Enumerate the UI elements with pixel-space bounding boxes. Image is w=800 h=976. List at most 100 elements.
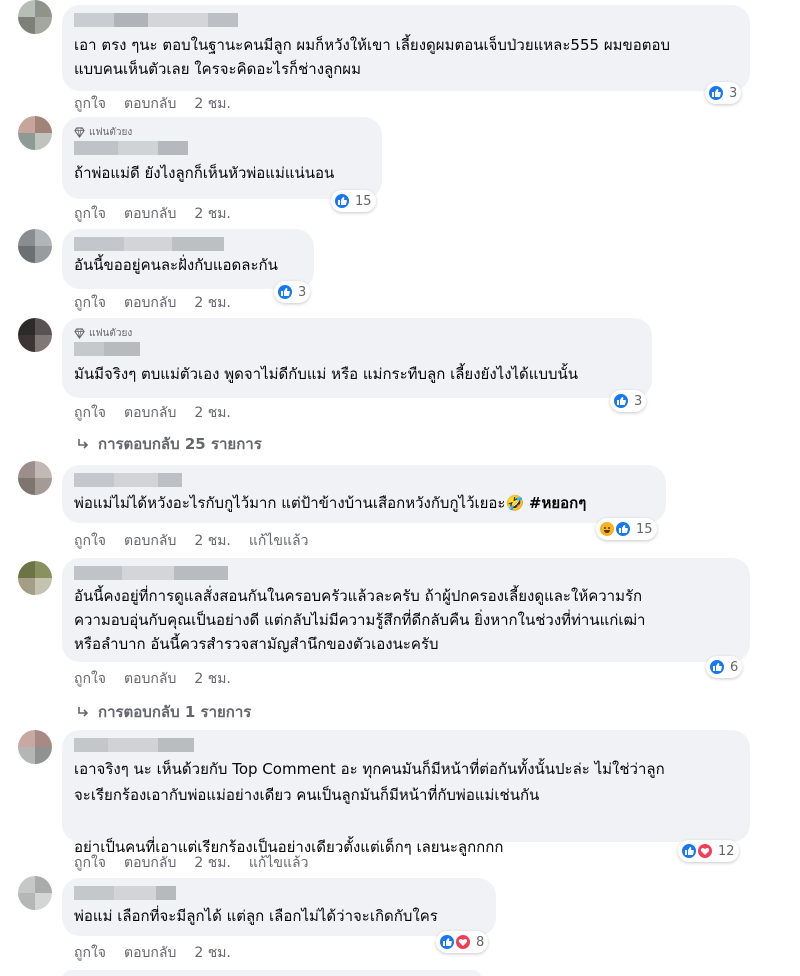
like-link[interactable]: ถูกใจ bbox=[74, 292, 106, 314]
avatar[interactable] bbox=[18, 461, 52, 495]
comment-bubble: อันนี้ขออยู่คนละฝั่งกับแอดละกัน bbox=[62, 229, 314, 289]
author-name[interactable] bbox=[74, 237, 302, 251]
avatar[interactable] bbox=[18, 318, 52, 352]
avatar[interactable] bbox=[18, 730, 52, 764]
comment-text: เอาจริงๆ นะ เห็นด้วยกับ Top Comment อะ ท… bbox=[74, 760, 665, 856]
diamond-icon bbox=[74, 126, 85, 138]
comment-actions: ถูกใจ ตอบกลับ 2 ชม. bbox=[74, 668, 249, 690]
comment-actions: ถูกใจ ตอบกลับ 2 ชม. bbox=[74, 942, 249, 964]
reaction-summary[interactable]: 6 bbox=[706, 656, 743, 678]
timestamp[interactable]: 2 ชม. bbox=[194, 942, 231, 964]
comment-text: พ่อแม่ไม่ได้หวังอะไรกับกูไว้มาก แต่ป้าข้… bbox=[74, 491, 654, 515]
reaction-count: 3 bbox=[729, 85, 738, 101]
reply-link[interactable]: ตอบกลับ bbox=[124, 93, 176, 115]
reaction-count: 15 bbox=[355, 193, 372, 209]
comment-text: อันนี้คงอยู่ที่การดูแลสั่งสอนกันในครอบคร… bbox=[74, 587, 646, 653]
reply-link[interactable]: ตอบกลับ bbox=[124, 530, 176, 552]
reaction-count: 3 bbox=[634, 393, 643, 409]
like-reaction-icon bbox=[612, 392, 630, 410]
like-link[interactable]: ถูกใจ bbox=[74, 942, 106, 964]
avatar[interactable] bbox=[18, 561, 52, 595]
view-replies-link[interactable]: การตอบกลับ 1 รายการ bbox=[76, 700, 251, 724]
hashtag-link[interactable]: #หยอกๆ bbox=[529, 494, 586, 512]
author-name[interactable] bbox=[74, 473, 654, 487]
top-fan-badge: แฟนตัวยง bbox=[74, 326, 640, 340]
timestamp[interactable]: 2 ชม. bbox=[194, 203, 231, 225]
author-name[interactable] bbox=[74, 566, 738, 580]
comment-actions: ถูกใจ ตอบกลับ 2 ชม. แก้ไขแล้ว bbox=[74, 530, 326, 552]
edited-label: แก้ไขแล้ว bbox=[248, 533, 309, 549]
comment-actions: ถูกใจ ตอบกลับ 2 ชม. bbox=[74, 402, 249, 424]
author-name[interactable] bbox=[74, 738, 738, 752]
reply-link[interactable]: ตอบกลับ bbox=[124, 852, 176, 874]
author-name[interactable] bbox=[74, 342, 640, 356]
like-link[interactable]: ถูกใจ bbox=[74, 402, 106, 424]
reply-link[interactable]: ตอบกลับ bbox=[124, 292, 176, 314]
author-name[interactable] bbox=[74, 13, 738, 27]
author-name[interactable] bbox=[74, 886, 484, 900]
comment-body: พ่อแม่ไม่ได้หวังอะไรกับกูไว้มาก แต่ป้าข้… bbox=[74, 494, 529, 512]
reaction-summary[interactable]: 3 bbox=[274, 281, 311, 303]
fan-label: แฟนตัวยง bbox=[89, 327, 133, 339]
comment-text: เอา ตรง ๆนะ ตอบในฐานะคนมีลูก ผมก็หวังให้… bbox=[74, 36, 671, 78]
love-reaction-icon bbox=[454, 933, 472, 951]
timestamp[interactable]: 2 ชม. bbox=[194, 93, 231, 115]
comment-bubble: พ่อแม่ เลือกที่จะมีลูกได้ แต่ลูก เลือกไม… bbox=[62, 878, 496, 936]
replies-count-label: การตอบกลับ 1 รายการ bbox=[98, 703, 252, 721]
view-replies-link[interactable]: การตอบกลับ 25 รายการ bbox=[76, 432, 262, 456]
reply-arrow-icon bbox=[78, 707, 89, 717]
reaction-summary[interactable]: 15 bbox=[331, 190, 376, 212]
edited-label: แก้ไขแล้ว bbox=[248, 855, 309, 871]
diamond-icon bbox=[74, 327, 85, 339]
comment-actions: ถูกใจ ตอบกลับ 2 ชม. bbox=[74, 292, 249, 314]
like-link[interactable]: ถูกใจ bbox=[74, 203, 106, 225]
author-name[interactable] bbox=[74, 141, 370, 155]
comment-actions: ถูกใจ ตอบกลับ 2 ชม. bbox=[74, 93, 249, 115]
timestamp[interactable]: 2 ชม. bbox=[194, 852, 231, 874]
avatar[interactable] bbox=[18, 876, 52, 910]
comment-text: อันนี้ขออยู่คนละฝั่งกับแอดละกัน bbox=[74, 256, 278, 274]
avatar[interactable] bbox=[18, 229, 52, 263]
reply-link[interactable]: ตอบกลับ bbox=[124, 668, 176, 690]
comment-text: ถ้าพ่อแม่ดี ยังไงลูกก็เห็นหัวพ่อแม่แน่นอ… bbox=[74, 164, 335, 182]
reaction-summary[interactable]: 3 bbox=[705, 82, 742, 104]
reaction-count: 6 bbox=[730, 659, 739, 675]
like-reaction-icon bbox=[333, 192, 351, 210]
next-comment-bubble-partial bbox=[62, 970, 482, 976]
reaction-summary[interactable]: 3 bbox=[610, 390, 647, 412]
comment-bubble: เอาจริงๆ นะ เห็นด้วยกับ Top Comment อะ ท… bbox=[62, 730, 750, 856]
comment-text: มันมีจริงๆ ตบแม่ตัวเอง พูดจาไม่ดีกับแม่ … bbox=[74, 365, 579, 383]
comment-bubble: พ่อแม่ไม่ได้หวังอะไรกับกูไว้มาก แต่ป้าข้… bbox=[62, 465, 666, 523]
like-reaction-icon bbox=[614, 520, 632, 538]
like-link[interactable]: ถูกใจ bbox=[74, 93, 106, 115]
reaction-summary[interactable]: 8 bbox=[436, 931, 489, 953]
like-link[interactable]: ถูกใจ bbox=[74, 530, 106, 552]
avatar[interactable] bbox=[18, 116, 52, 150]
timestamp[interactable]: 2 ชม. bbox=[194, 402, 231, 424]
comment-bubble: แฟนตัวยง ถ้าพ่อแม่ดี ยังไงลูกก็เห็นหัวพ่… bbox=[62, 117, 382, 199]
reaction-summary[interactable]: 15 bbox=[596, 518, 657, 540]
reaction-summary[interactable]: 12 bbox=[678, 840, 739, 862]
timestamp[interactable]: 2 ชม. bbox=[194, 292, 231, 314]
reaction-count: 12 bbox=[718, 843, 735, 859]
reaction-count: 8 bbox=[476, 934, 485, 950]
like-reaction-icon bbox=[276, 283, 294, 301]
avatar[interactable] bbox=[18, 0, 52, 34]
comment-actions: ถูกใจ ตอบกลับ 2 ชม. แก้ไขแล้ว bbox=[74, 852, 326, 874]
like-reaction-icon bbox=[707, 84, 725, 102]
comment-actions: ถูกใจ ตอบกลับ 2 ชม. bbox=[74, 203, 249, 225]
comment-bubble: เอา ตรง ๆนะ ตอบในฐานะคนมีลูก ผมก็หวังให้… bbox=[62, 5, 750, 91]
reply-link[interactable]: ตอบกลับ bbox=[124, 203, 176, 225]
reaction-count: 3 bbox=[298, 284, 307, 300]
top-fan-badge: แฟนตัวยง bbox=[74, 125, 370, 139]
reply-link[interactable]: ตอบกลับ bbox=[124, 942, 176, 964]
timestamp[interactable]: 2 ชม. bbox=[194, 668, 231, 690]
love-reaction-icon bbox=[696, 842, 714, 860]
replies-count-label: การตอบกลับ 25 รายการ bbox=[98, 435, 262, 453]
reply-link[interactable]: ตอบกลับ bbox=[124, 402, 176, 424]
comment-bubble: อันนี้คงอยู่ที่การดูแลสั่งสอนกันในครอบคร… bbox=[62, 558, 750, 662]
like-link[interactable]: ถูกใจ bbox=[74, 852, 106, 874]
like-reaction-icon bbox=[708, 658, 726, 676]
timestamp[interactable]: 2 ชม. bbox=[194, 530, 231, 552]
like-link[interactable]: ถูกใจ bbox=[74, 668, 106, 690]
